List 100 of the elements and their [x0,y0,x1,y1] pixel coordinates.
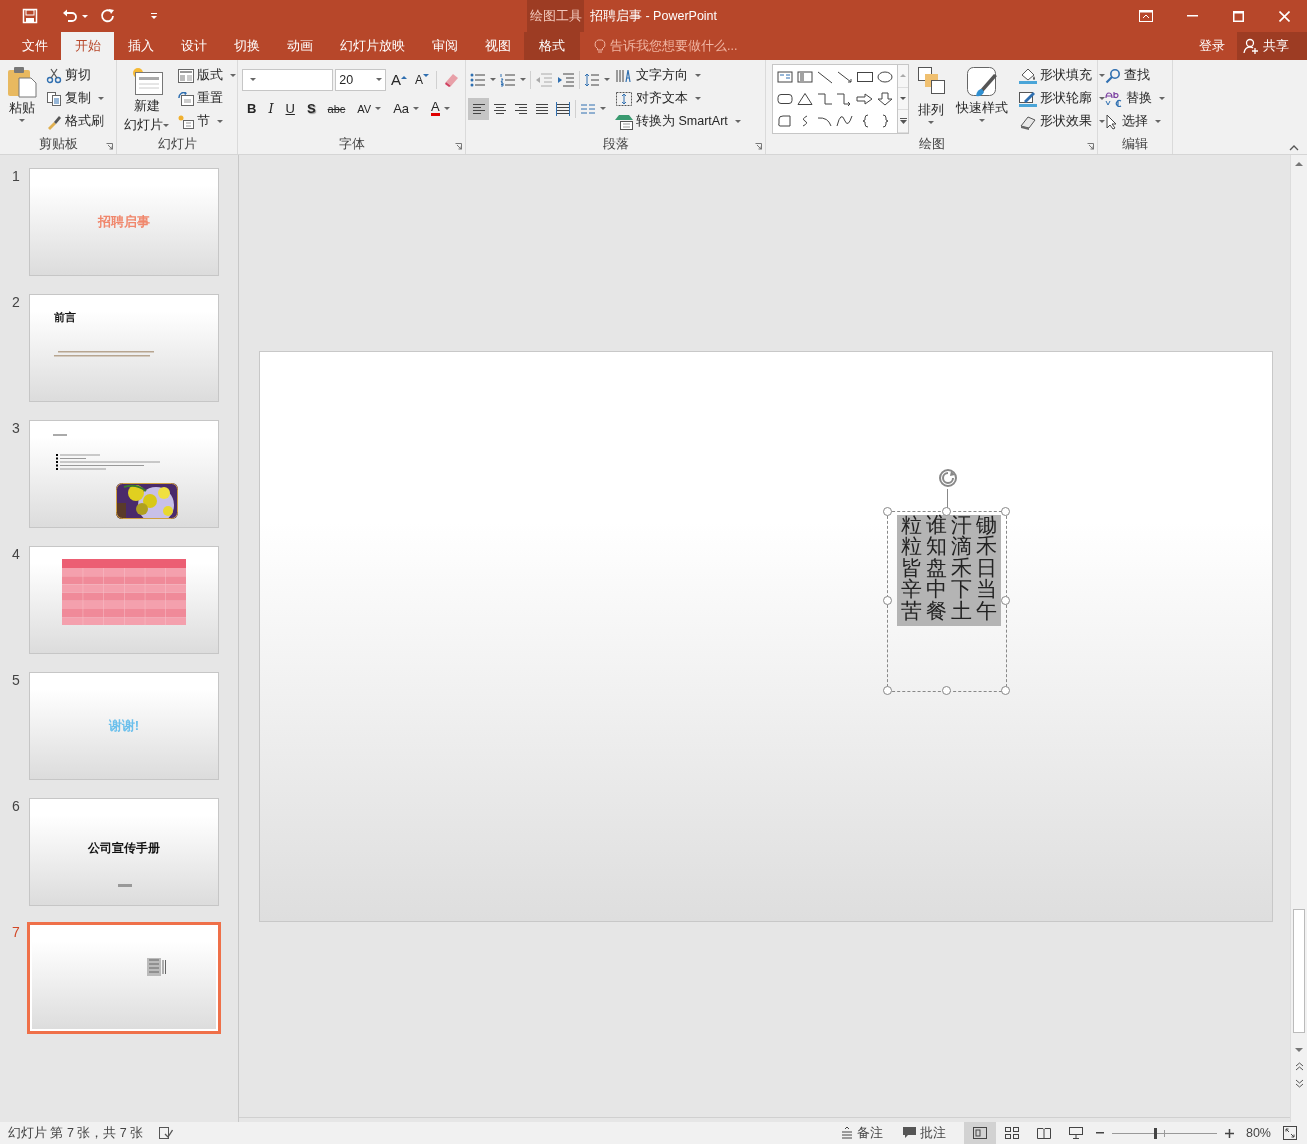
resize-handle[interactable] [882,596,892,605]
arrange-button[interactable]: 排列 [914,64,948,136]
cut-button[interactable]: 剪切 [43,64,107,87]
new-slide-button[interactable]: 新建 幻灯片 [121,64,172,136]
normal-view-button[interactable] [963,1122,996,1144]
ribbon-display-icon [1139,10,1153,22]
comments-button[interactable]: 批注 [892,1122,956,1144]
font-color-button[interactable]: A [426,97,455,120]
resize-handle[interactable] [1000,685,1010,695]
text-box-icon [776,70,794,84]
scroll-down-button[interactable] [898,87,908,111]
dialog-launcher-button[interactable] [755,143,762,150]
decrease-font-size-button[interactable]: A [412,68,432,91]
slide-thumbnail[interactable] [29,420,219,528]
left-brace-icon [861,114,869,128]
scissors-icon [46,67,62,84]
sign-in-link[interactable]: 登录 [1187,32,1237,60]
window-title: 招聘启事 - PowerPoint [589,7,719,25]
font-style-button[interactable]: AV [352,97,387,120]
caret-icon [1159,97,1165,100]
caret-icon [1099,97,1105,100]
ribbon-tab[interactable]: 格式 [524,32,580,60]
group-label: 段落 [601,136,630,153]
resize-handle[interactable] [1000,596,1010,605]
more-shapes-button[interactable] [898,110,908,133]
outdent-icon [535,72,553,87]
increase-font-size-button[interactable]: A [388,68,410,91]
ribbon-tab[interactable]: 幻灯片放映 [326,32,418,60]
quick-styles-button[interactable]: 快速样式 [953,64,1011,136]
resize-handle[interactable] [882,685,892,695]
font-style-button[interactable]: U [280,97,300,120]
caret-icon [413,107,420,110]
slide-thumbnail[interactable]: 前言 [29,294,219,402]
resize-handle[interactable] [941,685,951,695]
reset-button[interactable]: 重置 [175,87,239,110]
caret-icon [376,78,382,81]
font-style-button[interactable]: Aa [388,97,425,120]
dialog-launcher-button[interactable] [455,143,462,150]
replace-icon [1105,90,1123,107]
collapse-ribbon-button[interactable] [1289,145,1299,151]
ribbon-tab[interactable]: 设计 [167,32,220,60]
align-right-icon [513,101,528,116]
subtitle-drawing [118,884,132,887]
dialog-launcher-button[interactable] [106,143,113,150]
notes-icon [840,1127,853,1139]
slide-thumbnail[interactable] [27,922,221,1034]
align-left-button[interactable] [468,97,489,120]
text-direction-button[interactable]: 文字方向 [614,64,742,87]
slide-thumbnail[interactable]: 公司宣传手册 [29,798,219,906]
section-button[interactable]: 节 [175,110,239,133]
resize-handle[interactable] [882,506,892,516]
ribbon-tab[interactable]: 视图 [471,32,524,60]
font-name-field[interactable] [242,68,334,91]
resize-handle[interactable] [1000,506,1010,516]
fit-window-icon [1283,1126,1297,1140]
elbow-connector-icon [816,92,834,106]
notes-button[interactable]: 备注 [830,1122,893,1144]
ribbon-tab[interactable]: 切换 [220,32,273,60]
scroll-thumb[interactable] [1293,909,1305,1033]
ribbon-tab[interactable]: 插入 [114,32,167,60]
align-center-icon [492,101,507,116]
double-chevron-up-icon [1294,1062,1304,1071]
vertical-text-drawing [147,958,167,976]
slide-number: 7 [11,924,21,940]
copy-button[interactable]: 复制 [43,87,107,110]
dialog-launcher-button[interactable] [1087,143,1094,150]
convert-to-smartart-button[interactable]: 转换为 SmartArt [614,110,742,133]
group-label: 绘图 [917,136,946,153]
maximize-icon [1232,10,1244,22]
line-spacing-icon [584,71,600,88]
resize-handle[interactable] [941,506,951,516]
vertical-scrollbar[interactable] [1290,155,1307,1122]
shapes-gallery[interactable] [772,64,898,134]
select-button[interactable]: 选择 [1102,110,1168,133]
font-style-button[interactable]: B [242,97,262,120]
layout-button[interactable]: 版式 [175,64,239,87]
caret-icon [520,78,526,81]
comment-icon [902,1127,916,1139]
share-button[interactable]: 共享 [1237,32,1307,60]
zoom-level-button[interactable]: 80% [1237,1122,1279,1144]
bullet-list-icon [470,72,486,87]
paste-button[interactable]: 粘贴 [4,64,40,136]
font-size-field[interactable]: 20 [335,68,386,91]
clipboard-icon [7,66,37,98]
pen-icon [1019,90,1037,107]
section-icon [178,114,194,129]
paint-bucket-icon [1019,67,1037,84]
font-style-button[interactable]: I [263,97,279,120]
ribbon-tab[interactable]: 动画 [273,32,326,60]
slide-thumbnail[interactable] [29,546,219,654]
ribbon-tab[interactable]: 审阅 [418,32,471,60]
font-style-button[interactable]: S [301,97,321,120]
ribbon-tab[interactable]: 开始 [61,32,114,60]
arrange-icon [917,66,945,96]
format-painter-button[interactable]: 格式刷 [43,110,107,133]
align-text-button[interactable]: 对齐文本 [614,87,742,110]
reading-view-icon [1036,1127,1051,1139]
ribbon-tab[interactable]: 文件 [8,32,61,60]
oval-icon [876,70,894,84]
font-style-button[interactable]: abc [322,97,351,120]
